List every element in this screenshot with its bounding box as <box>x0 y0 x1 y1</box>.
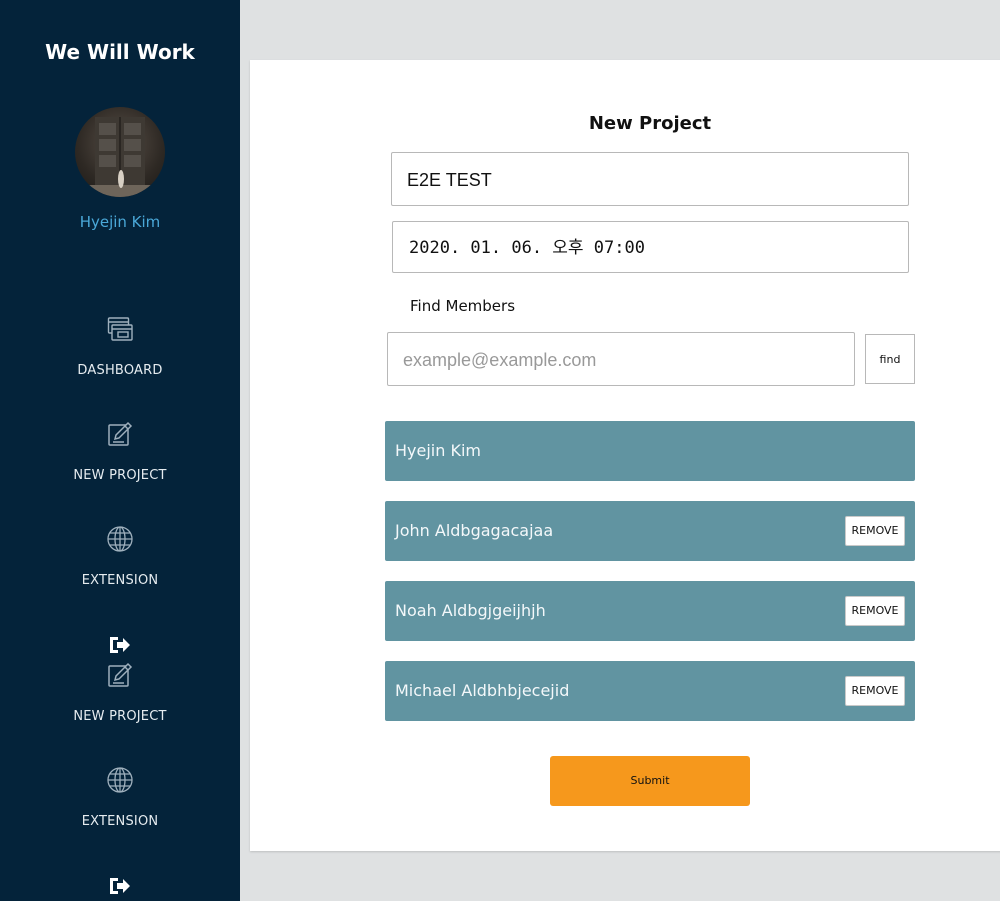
sign-out-icon[interactable] <box>108 635 132 655</box>
sidebar-item-extension-2[interactable]: EXTENSION <box>0 766 240 829</box>
avatar <box>75 107 165 197</box>
sidebar-item-new-project[interactable]: NEW PROJECT <box>0 420 240 483</box>
find-members-label: Find Members <box>410 297 516 315</box>
user-name[interactable]: Hyejin Kim <box>0 213 240 231</box>
project-date-input[interactable]: 2020. 01. 06. 오후 07:00 <box>392 221 909 273</box>
member-row: Michael Aldbhbjecejid REMOVE <box>385 661 915 721</box>
sidebar-item-label: EXTENSION <box>81 814 159 829</box>
member-row: Noah Aldbgjgeijhjh REMOVE <box>385 581 915 641</box>
sidebar-item-label: NEW PROJECT <box>73 709 167 724</box>
project-name-input[interactable]: E2E TEST <box>391 152 909 206</box>
sidebar-item-label: EXTENSION <box>81 573 159 588</box>
app-title: We Will Work <box>45 40 195 64</box>
remove-member-button[interactable]: REMOVE <box>845 676 905 706</box>
dashboard-icon <box>106 315 134 343</box>
remove-member-button[interactable]: REMOVE <box>845 516 905 546</box>
sidebar-item-new-project-2[interactable]: NEW PROJECT <box>0 661 240 724</box>
member-name: Michael Aldbhbjecejid <box>395 681 570 700</box>
member-row: Hyejin Kim <box>385 421 915 481</box>
remove-member-button[interactable]: REMOVE <box>845 596 905 626</box>
member-search-input[interactable]: example@example.com <box>387 332 855 386</box>
sidebar-item-extension[interactable]: EXTENSION <box>0 525 240 588</box>
sidebar-item-label: DASHBOARD <box>77 363 163 378</box>
sidebar: We Will Work Hyejin Kim DASHBOARD NEW PR… <box>0 0 240 901</box>
page-title: New Project <box>588 113 712 134</box>
find-button[interactable]: find <box>865 334 915 384</box>
sidebar-item-dashboard[interactable]: DASHBOARD <box>0 315 240 378</box>
member-name: Hyejin Kim <box>395 441 481 460</box>
edit-icon <box>106 420 134 448</box>
member-name: John Aldbgagacajaa <box>395 521 554 540</box>
member-row: John Aldbgagacajaa REMOVE <box>385 501 915 561</box>
member-name: Noah Aldbgjgeijhjh <box>395 601 546 620</box>
submit-button[interactable]: Submit <box>550 756 750 806</box>
globe-icon <box>106 525 134 553</box>
sign-out-icon[interactable] <box>108 876 132 896</box>
edit-icon <box>106 661 134 689</box>
globe-icon <box>106 766 134 794</box>
sidebar-item-label: NEW PROJECT <box>73 468 167 483</box>
